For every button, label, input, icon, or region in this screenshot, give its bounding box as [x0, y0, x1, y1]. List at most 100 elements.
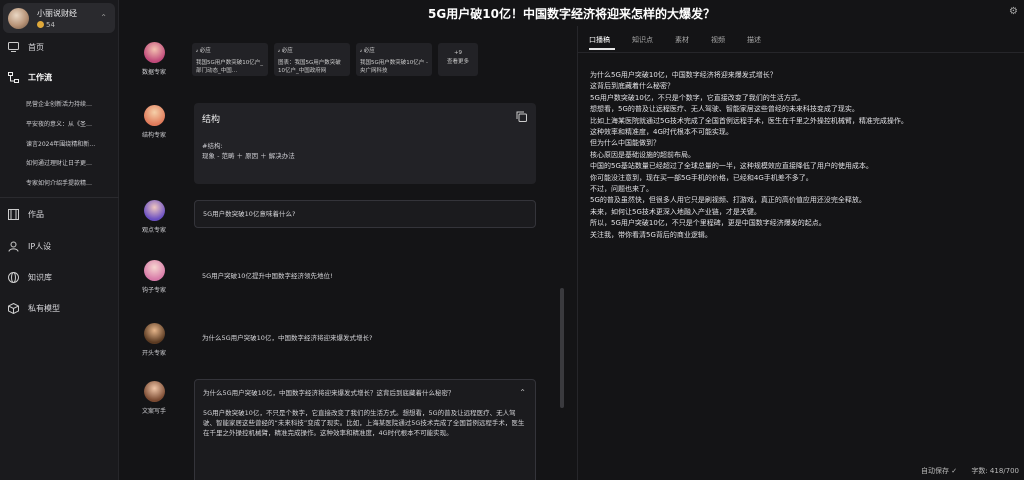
- tab-material[interactable]: 素材: [664, 35, 700, 45]
- coin-icon: [37, 21, 44, 28]
- topbar: 5G用户破10亿！中国数字经济将迎来怎样的大爆发？ ⚙: [119, 0, 1024, 26]
- viewpoint-message: 5G用户数突破10亿意味着什么?: [194, 200, 536, 228]
- active-tab-indicator: [589, 48, 615, 50]
- expert-opening: 开头专家: [119, 323, 189, 357]
- pin-icon: 𝓈: [278, 48, 281, 54]
- scrollbar[interactable]: [560, 288, 564, 408]
- opening-message: 为什么5G用户突破10亿，中国数字经济将迎来爆发式增长?: [194, 328, 536, 348]
- settings-slider-icon[interactable]: ⚙: [1009, 6, 1018, 17]
- user-coins: 54: [37, 21, 55, 29]
- expert-copywriter: 文案写手: [119, 381, 189, 415]
- pin-icon: 𝓈: [360, 48, 363, 54]
- script-line: 不过，问题也来了。: [590, 185, 653, 194]
- script-line: 关注我，带你看清5G背后的商业逻辑。: [590, 230, 712, 239]
- tab-knowledge[interactable]: 知识点: [621, 35, 664, 45]
- expert-avatar: [143, 42, 165, 63]
- source-card[interactable]: 𝓈 必应 我国5G用户数突破10亿户 - 央广网科技: [356, 43, 432, 76]
- expert-viewpoint: 观点专家: [119, 200, 189, 234]
- word-count: 字数: 418/700: [971, 467, 1019, 475]
- chevron-up-icon[interactable]: ⌃: [519, 388, 526, 397]
- globe-icon: [7, 271, 19, 283]
- user-card[interactable]: 小丽说财经 54 ⌃: [3, 3, 115, 33]
- autosave-status: 自动保存 ✓: [921, 467, 958, 475]
- script-line: 你可能没注意到，现在买一部5G手机的价格，已经和4G手机差不多了。: [590, 173, 813, 182]
- expert-data: 数据专家: [119, 42, 189, 76]
- tab-script[interactable]: 口播稿: [578, 35, 621, 45]
- nav-works[interactable]: 作品: [0, 204, 119, 224]
- source-text: 我国5G用户数突破10亿户 - 央广网科技: [360, 60, 428, 74]
- source-text: 我国5G用户数突破10亿户_部门动态_中国…: [196, 60, 264, 74]
- nav-knowledge[interactable]: 知识库: [0, 267, 119, 287]
- source-cards: 𝓈 必应 我国5G用户数突破10亿户_部门动态_中国… 𝓈 必应 图表：我国5G…: [192, 43, 478, 76]
- nav-home[interactable]: 首页: [0, 37, 119, 57]
- script-line: 核心原因是基础设施的超前布局。: [590, 150, 695, 159]
- structure-text: 现象 - 范畴 ＋ 原因 ＋ 解决办法: [202, 152, 295, 160]
- script-line: 但为什么中国能做到？: [590, 139, 660, 148]
- viewpoint-text: 5G用户数突破10亿意味着什么?: [203, 210, 296, 218]
- expert-label: 观点专家: [141, 227, 166, 234]
- source-card[interactable]: 𝓈 必应 我国5G用户数突破10亿户_部门动态_中国…: [192, 43, 268, 76]
- script-line: 比如上海某医院就通过5G技术完成了全国首例远程手术，医生在千里之外操控机械臂，精…: [590, 116, 908, 125]
- chat-panel: 数据专家 𝓈 必应 我国5G用户数突破10亿户_部门动态_中国… 𝓈 必应 图表…: [119, 26, 574, 480]
- copy-message: 为什么5G用户突破10亿，中国数字经济将迎来爆发式增长？这背后到底藏着什么秘密？…: [194, 379, 536, 480]
- workflow-item[interactable]: 谏言2024年围绕精和新…: [26, 139, 106, 153]
- source-tag: 必应: [199, 48, 211, 54]
- nav-ip-persona[interactable]: IP人设: [0, 236, 119, 256]
- source-card[interactable]: 𝓈 必应 图表：我国5G用户数突破10亿户_中国政府网: [274, 43, 350, 76]
- script-editor[interactable]: 为什么5G用户突破10亿，中国数字经济将迎来爆发式增长？ 这背后到底藏着什么秘密…: [590, 70, 1010, 241]
- script-line: 未来，如何让5G技术更深入地融入产业链，才是关键。: [590, 207, 761, 216]
- person-icon: [7, 240, 19, 252]
- expert-avatar: [143, 200, 165, 221]
- tab-description[interactable]: 描述: [736, 35, 772, 45]
- script-line: 5G的普及虽然快，但很多人用它只是刷视频、打游戏，真正的高价值应用还没完全释放。: [590, 196, 866, 205]
- monitor-icon: [7, 41, 19, 53]
- nav-private-model[interactable]: 私有模型: [0, 298, 119, 318]
- page-title: 5G用户破10亿！中国数字经济将迎来怎样的大爆发？: [428, 7, 715, 21]
- coin-count: 54: [46, 21, 55, 29]
- structure-card: 结构 #结构: 现象 - 范畴 ＋ 原因 ＋ 解决办法: [194, 103, 536, 184]
- tab-bar: 口播稿 知识点 素材 视频 描述: [578, 35, 772, 45]
- user-name: 小丽说财经: [37, 9, 77, 18]
- source-tag: 必应: [363, 48, 375, 54]
- nav-private-model-label: 私有模型: [28, 303, 60, 313]
- expert-avatar: [143, 323, 165, 344]
- film-icon: [7, 208, 19, 220]
- script-line: 这种效率和精准度，4G时代根本不可能实现。: [590, 128, 733, 137]
- expand-icon[interactable]: ⌃: [100, 13, 107, 22]
- tab-video[interactable]: 视频: [700, 35, 736, 45]
- nav-workflow[interactable]: 工作流: [0, 67, 119, 87]
- expert-label: 结构专家: [141, 132, 166, 139]
- workflow-item[interactable]: 平安夜的意义：从《圣…: [26, 119, 106, 133]
- copy-line1: 为什么5G用户突破10亿，中国数字经济将迎来爆发式增长？这背后到底藏着什么秘密？: [203, 389, 455, 397]
- expert-label: 数据专家: [141, 69, 166, 76]
- nav-divider: [0, 197, 119, 198]
- tab-divider: [578, 52, 1024, 53]
- expert-hook: 钩子专家: [119, 260, 189, 294]
- copy-icon[interactable]: [516, 111, 527, 122]
- hook-message: 5G用户突破10亿提升中国数字经济领先地位!: [194, 266, 536, 286]
- expert-label: 文案写手: [141, 408, 166, 415]
- script-line: 5G用户数突破10亿，不只是个数字，它直接改变了我们的生活方式。: [590, 93, 805, 102]
- source-text: 图表：我国5G用户数突破10亿户_中国政府网: [278, 60, 341, 74]
- nav-works-label: 作品: [28, 209, 44, 219]
- sidebar: 小丽说财经 54 ⌃ 首页 工作流 民营企业创新活力持续… 平安夜的意义：从《圣…: [0, 0, 119, 480]
- expert-avatar: [143, 260, 165, 281]
- status-bar: 自动保存 ✓ 字数: 418/700: [909, 466, 1019, 476]
- source-tag: 必应: [281, 48, 293, 54]
- structure-label: #结构:: [202, 142, 223, 150]
- more-sources-button[interactable]: +9 查看更多: [438, 43, 478, 76]
- workflow-item[interactable]: 如何通过理财让日子更…: [26, 158, 106, 172]
- expert-avatar: [143, 381, 165, 402]
- workflow-icon: [7, 71, 19, 83]
- workflow-item[interactable]: 专家如何介绍手提款精…: [26, 178, 106, 192]
- opening-text: 为什么5G用户突破10亿，中国数字经济将迎来爆发式增长?: [202, 334, 373, 342]
- app-root: 小丽说财经 54 ⌃ 首页 工作流 民营企业创新活力持续… 平安夜的意义：从《圣…: [0, 0, 1024, 480]
- structure-body: #结构: 现象 - 范畴 ＋ 原因 ＋ 解决办法: [202, 141, 295, 161]
- structure-title: 结构: [202, 115, 221, 125]
- nav-ip-label: IP人设: [28, 241, 52, 251]
- workflow-item[interactable]: 民营企业创新活力持续…: [26, 99, 106, 113]
- expert-label: 钩子专家: [141, 287, 166, 294]
- nav-knowledge-label: 知识库: [28, 272, 52, 282]
- copy-para: 5G用户数突破10亿，不只是个数字，它直接改变了我们的生活方式。想想看，5G的普…: [203, 409, 525, 437]
- more-count: +9: [453, 50, 463, 56]
